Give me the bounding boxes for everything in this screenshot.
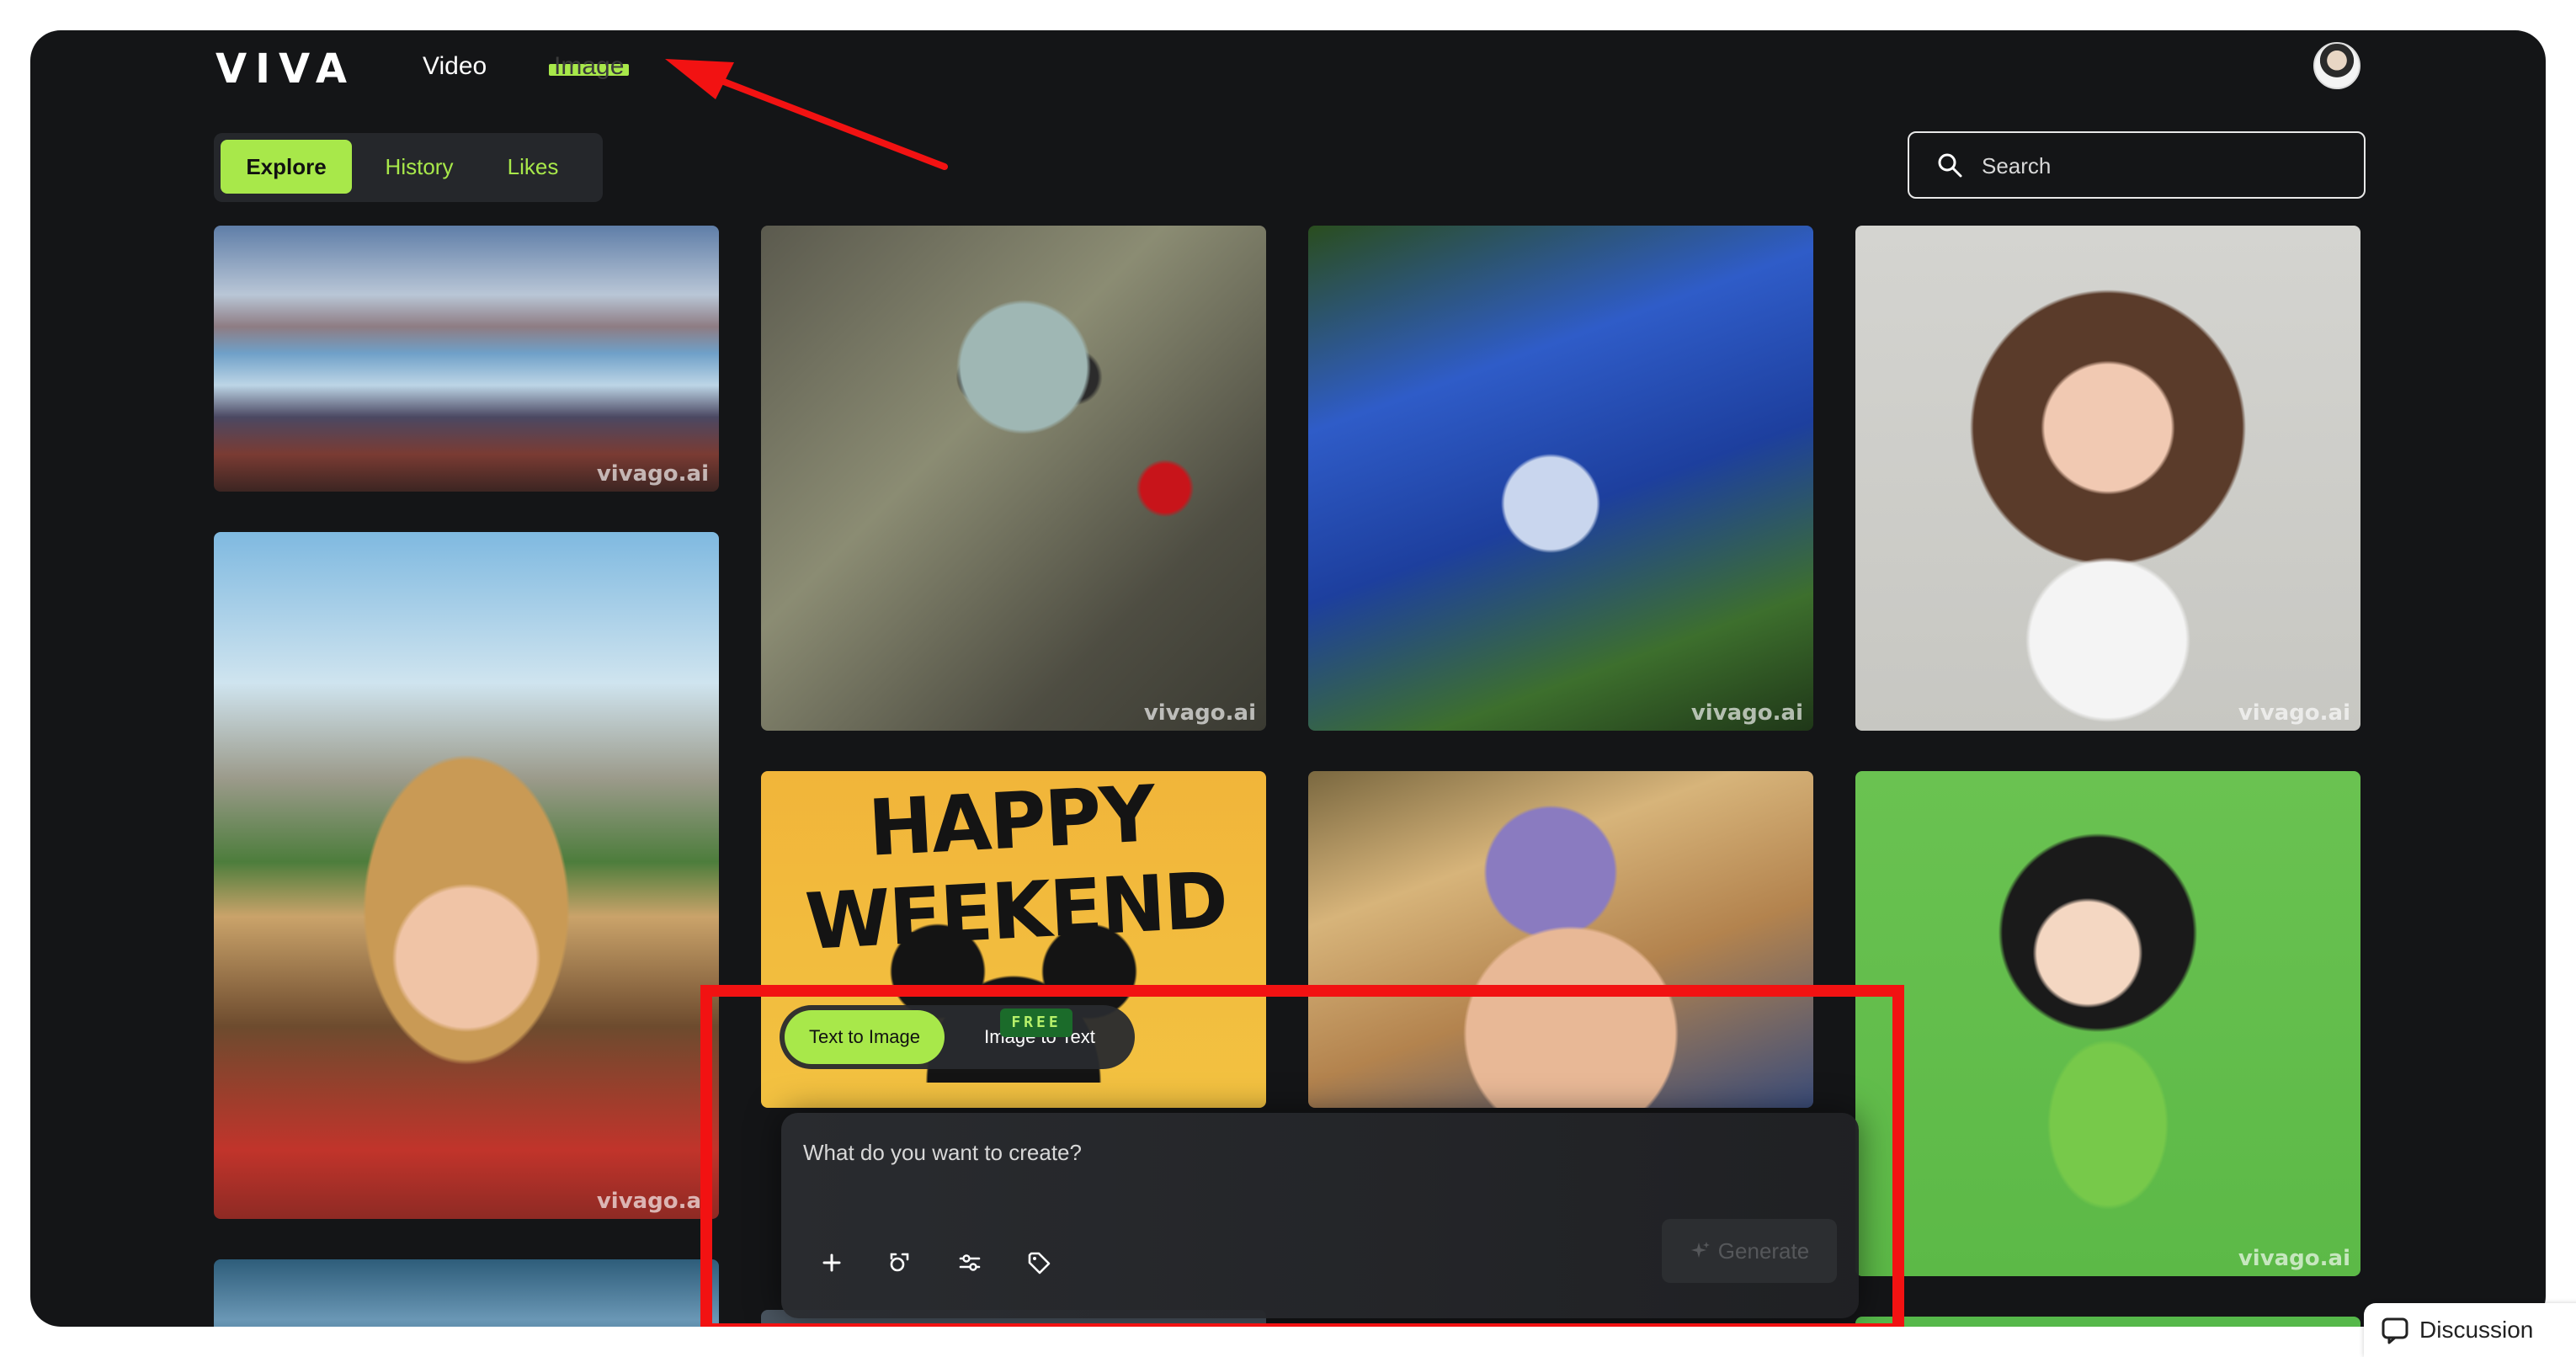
watermark: vivago.ai: [596, 461, 709, 487]
nav-video-label: Video: [423, 52, 487, 80]
prompt-composer: Generate: [781, 1113, 1859, 1318]
gallery-image-blue-hair-girl[interactable]: vivago.ai: [1308, 226, 1813, 731]
search-box[interactable]: [1908, 131, 2366, 199]
gallery-image-fairy-girl[interactable]: [1308, 771, 1813, 1108]
viva-logo[interactable]: VIVA: [216, 44, 355, 94]
gallery-tabs: Explore History Likes: [214, 133, 603, 202]
gallery-image-astronaut-lake[interactable]: vivago.ai: [214, 226, 719, 492]
watermark: vivago.ai: [1143, 700, 1256, 726]
free-badge: FREE: [1000, 1008, 1072, 1037]
tab-history[interactable]: History: [362, 140, 476, 194]
nav-video[interactable]: Video: [423, 52, 487, 81]
search-input[interactable]: [1980, 143, 2345, 189]
gallery-image-anime-cat-girl[interactable]: vivago.ai: [1855, 771, 2360, 1276]
discussion-button[interactable]: Discussion: [2364, 1303, 2576, 1357]
discussion-label: Discussion: [2419, 1317, 2534, 1343]
sliders-icon: [959, 1254, 981, 1271]
watermark: vivago.ai: [2238, 700, 2350, 726]
app-window: VIVA Video Image Explore History Likes v…: [30, 30, 2546, 1327]
plus-icon: [822, 1253, 841, 1272]
settings-button[interactable]: [946, 1239, 993, 1286]
logo-text: VIVA: [216, 45, 356, 93]
add-button[interactable]: [808, 1239, 855, 1286]
generate-button[interactable]: Generate: [1662, 1219, 1837, 1283]
nav-image-label: Image: [554, 52, 625, 80]
image-reference-button[interactable]: [876, 1239, 923, 1286]
mode-switch: Text to Image Image to Text: [780, 1005, 1135, 1069]
nav-image[interactable]: Image: [549, 52, 630, 81]
gallery-image-castle-hat-girl[interactable]: vivago.ai: [214, 532, 719, 1219]
chat-icon: [2382, 1317, 2408, 1344]
gallery-image-doll-headphones[interactable]: vivago.ai: [1855, 226, 2360, 731]
tab-explore[interactable]: Explore: [221, 140, 352, 194]
user-avatar[interactable]: [2313, 42, 2360, 89]
watermark: vivago.ai: [1690, 700, 1803, 726]
gallery-image-robot-rose[interactable]: vivago.ai: [761, 226, 1266, 731]
watermark: vivago.ai: [596, 1189, 709, 1214]
generate-label: Generate: [1717, 1237, 1810, 1264]
search-icon: [1938, 153, 1962, 178]
sparkle-icon: [1690, 1242, 1710, 1258]
watermark: vivago.ai: [2238, 1246, 2350, 1271]
style-tag-button[interactable]: [1015, 1239, 1062, 1286]
mode-text-to-image[interactable]: Text to Image: [785, 1010, 945, 1064]
tag-icon: [1028, 1252, 1051, 1275]
image-reference-icon: [890, 1253, 909, 1272]
gallery-image-partial-3[interactable]: [1855, 1317, 2360, 1327]
gallery-image-partial-1[interactable]: [214, 1259, 719, 1327]
prompt-input[interactable]: [801, 1138, 1731, 1192]
tab-likes[interactable]: Likes: [483, 140, 583, 194]
